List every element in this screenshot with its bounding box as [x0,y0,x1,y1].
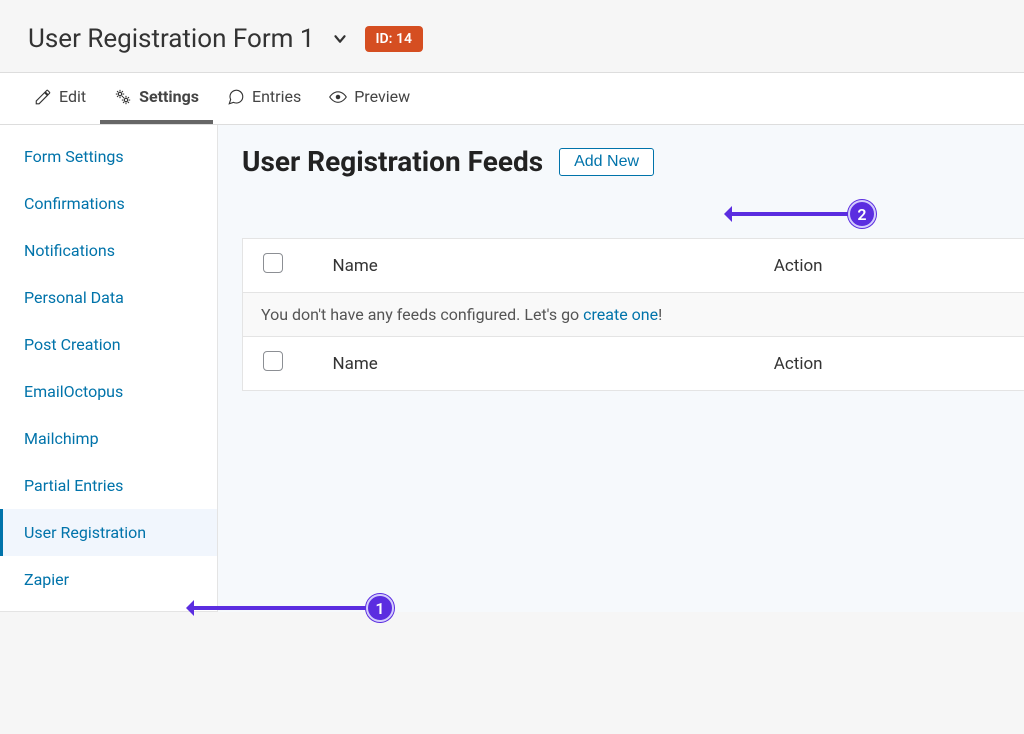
tabbar-wrap: Edit Settings Entries Preview [0,72,1024,125]
form-id-badge: ID: 14 [365,26,423,52]
tab-label: Entries [252,87,301,106]
annotation-1: 1 [188,594,394,622]
annotation-1-badge: 1 [366,594,394,622]
col-action: Action [756,239,1024,293]
col-action-footer: Action [756,337,1024,391]
sidebar-item-form-settings[interactable]: Form Settings [0,133,217,180]
col-name: Name [303,239,756,293]
form-header: User Registration Form 1 ID: 14 [0,0,1024,72]
content-title: User Registration Feeds [242,145,543,178]
content-panel: User Registration Feeds Add New Name Act… [218,125,1024,612]
empty-text-prefix: You don't have any feeds configured. Let… [261,305,583,324]
select-all-checkbox[interactable] [263,253,283,273]
sidebar-item-zapier[interactable]: Zapier [0,556,217,603]
select-all-checkbox-footer[interactable] [263,351,283,371]
tab-settings[interactable]: Settings [100,73,213,124]
create-one-link[interactable]: create one [583,305,658,324]
edit-icon [34,88,52,106]
sidebar-item-partial-entries[interactable]: Partial Entries [0,462,217,509]
tab-edit[interactable]: Edit [0,73,100,124]
speech-bubble-icon [227,88,245,106]
annotation-2: 2 [726,200,876,228]
sidebar-item-personal-data[interactable]: Personal Data [0,274,217,321]
table-footer-row: Name Action [243,337,1024,391]
content-title-row: User Registration Feeds Add New [242,145,1024,178]
table-header-row: Name Action [243,239,1024,293]
add-new-button[interactable]: Add New [559,148,654,176]
chevron-down-icon[interactable] [331,30,349,48]
tab-entries[interactable]: Entries [213,73,315,124]
eye-icon [329,88,347,106]
sidebar-item-emailoctopus[interactable]: EmailOctopus [0,368,217,415]
sidebar-item-notifications[interactable]: Notifications [0,227,217,274]
tab-label: Edit [59,87,86,106]
sidebar-item-mailchimp[interactable]: Mailchimp [0,415,217,462]
sidebar-item-post-creation[interactable]: Post Creation [0,321,217,368]
feeds-table: Name Action You don't have any feeds con… [242,238,1024,391]
col-name-footer: Name [303,337,756,391]
empty-state-row: You don't have any feeds configured. Let… [243,293,1024,337]
sidebar-item-user-registration[interactable]: User Registration [0,509,217,556]
tab-preview[interactable]: Preview [315,73,424,124]
sidebar-item-confirmations[interactable]: Confirmations [0,180,217,227]
settings-sidebar: Form Settings Confirmations Notification… [0,125,218,612]
empty-text-suffix: ! [658,305,662,324]
tab-label: Preview [354,87,410,106]
gear-icon [114,88,132,106]
select-all-header [243,239,303,293]
page-title: User Registration Form 1 [28,24,315,54]
annotation-2-badge: 2 [848,200,876,228]
main-area: Form Settings Confirmations Notification… [0,125,1024,612]
tabbar: Edit Settings Entries Preview [0,73,1024,124]
tab-label: Settings [139,87,199,106]
